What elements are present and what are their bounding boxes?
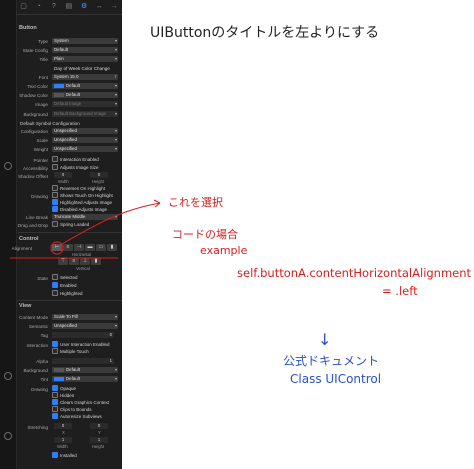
code-line-1: self.buttonA.contentHorizontalAlignment	[237, 266, 472, 280]
code-case-note: コードの場合	[172, 228, 238, 241]
code-line-2: = .left	[382, 284, 418, 298]
select-this-note: これを選択	[168, 196, 223, 209]
pointer-arrow	[61, 202, 161, 245]
down-arrow-icon: ↓	[318, 330, 332, 349]
example-note: example	[200, 244, 248, 257]
uicontrol-class-note: Class UIControl	[290, 372, 382, 386]
highlight-circle	[50, 241, 64, 255]
official-docs-note: 公式ドキュメント	[283, 354, 380, 368]
